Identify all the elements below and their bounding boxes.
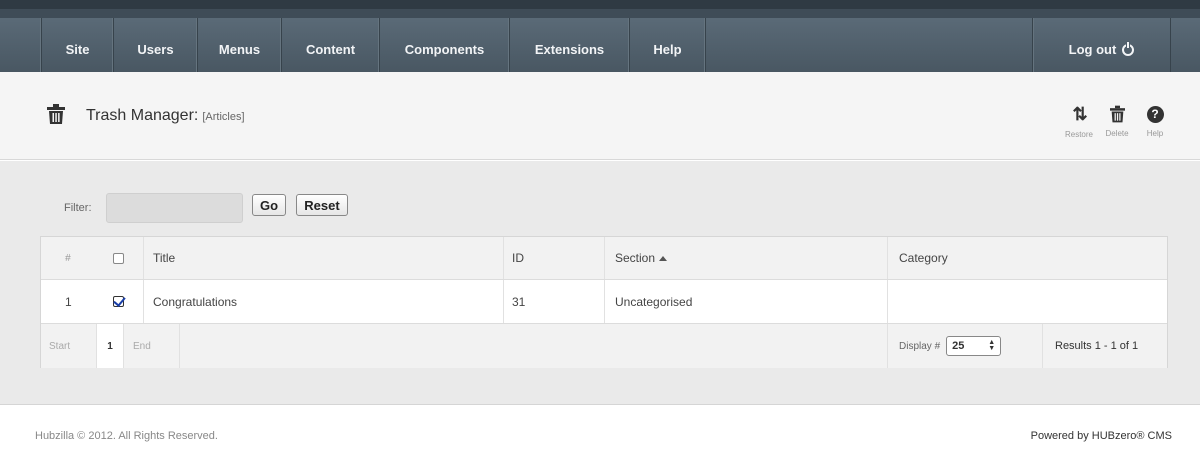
page-title: Trash Manager: [Articles] — [86, 107, 245, 125]
page-header: Trash Manager: [Articles] ⇅ Restore Delet… — [0, 72, 1200, 160]
go-button[interactable]: Go — [252, 194, 286, 216]
page-subtitle: [Articles] — [202, 111, 245, 123]
help-icon: ? — [1146, 106, 1164, 123]
column-divider — [887, 237, 888, 279]
pagination-bar: Start 1 End Display # 25 ▲ ▼ Results 1 - … — [41, 324, 1167, 368]
select-all-checkbox[interactable] — [113, 252, 124, 264]
pagination-divider — [887, 324, 888, 368]
pagination-end[interactable]: End — [133, 324, 151, 368]
pagination-current-page[interactable]: 1 — [97, 324, 123, 368]
table-header: # Title ID Section Category — [41, 237, 1167, 280]
row-checkbox[interactable] — [113, 296, 124, 307]
column-divider — [503, 237, 504, 279]
delete-button[interactable]: Delete — [1100, 104, 1134, 139]
top-nav-bar: Site Users Menus Content Components Exte… — [0, 0, 1200, 81]
column-header-title[interactable]: Title — [153, 237, 175, 279]
display-count-control: Display # 25 ▲ ▼ — [899, 324, 1002, 368]
restore-button[interactable]: ⇅ Restore — [1062, 104, 1096, 139]
column-divider — [503, 280, 504, 323]
footer-copyright: Hubzilla © 2012. All Rights Reserved. — [35, 430, 218, 442]
power-icon — [1122, 40, 1135, 56]
display-count-select[interactable]: 25 ▲ ▼ — [946, 336, 1002, 356]
column-divider — [604, 237, 605, 279]
page-title-text: Trash Manager: — [86, 107, 199, 124]
row-number: 1 — [65, 294, 72, 309]
content-area: Filter: Go Reset # Title ID Section Cate… — [0, 161, 1200, 405]
trash-table: # Title ID Section Category 1 Congratula… — [40, 236, 1168, 368]
pagination-divider — [123, 324, 124, 368]
select-all-checkbox-cell — [113, 237, 124, 279]
help-button[interactable]: ? Help — [1138, 104, 1172, 139]
sort-ascending-icon — [659, 255, 668, 261]
column-divider — [143, 280, 144, 323]
row-section: Uncategorised — [615, 294, 693, 309]
display-count-label: Display # — [899, 340, 941, 352]
pagination-divider — [1042, 324, 1043, 368]
column-header-section-label: Section — [615, 251, 656, 265]
row-checkbox-cell — [113, 280, 124, 323]
logout-label: Log out — [1068, 42, 1117, 57]
column-header-section[interactable]: Section — [615, 237, 668, 279]
updown-arrows-icon: ▲ ▼ — [988, 339, 996, 352]
table-row: 1 Congratulations 31 Uncategorised — [41, 280, 1167, 324]
footer-powered-by: Powered by HUBzero® CMS — [1030, 430, 1172, 442]
filter-label: Filter: — [64, 202, 92, 214]
delete-label: Delete — [1105, 129, 1129, 138]
column-divider — [143, 237, 144, 279]
pagination-start[interactable]: Start — [49, 324, 70, 368]
help-label: Help — [1146, 129, 1164, 138]
row-id: 31 — [512, 294, 526, 309]
column-header-category[interactable]: Category — [899, 237, 948, 279]
pagination-divider — [179, 324, 180, 368]
restore-icon: ⇅ — [1072, 104, 1087, 124]
results-count: Results 1 - 1 of 1 — [1055, 340, 1139, 352]
trash-icon — [1109, 105, 1125, 123]
filter-input[interactable] — [106, 193, 243, 223]
column-divider — [887, 280, 888, 323]
column-header-id[interactable]: ID — [512, 237, 524, 279]
restore-label: Restore — [1064, 130, 1093, 139]
column-divider — [604, 280, 605, 323]
toolbar: ⇅ Restore Delete ? Help — [1062, 104, 1172, 139]
column-header-number: # — [65, 252, 71, 264]
reset-button[interactable]: Reset — [296, 194, 348, 216]
trash-icon — [47, 104, 65, 124]
row-title[interactable]: Congratulations — [153, 280, 237, 323]
display-count-value: 25 — [952, 340, 965, 352]
